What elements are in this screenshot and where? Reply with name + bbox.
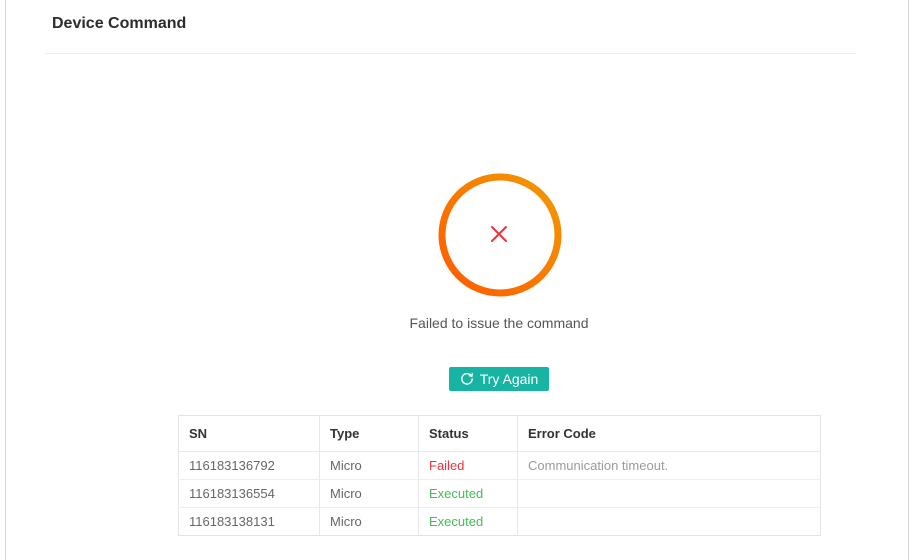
cell-status: Executed xyxy=(418,507,518,536)
result-message: Failed to issue the command xyxy=(409,315,589,331)
cell-type: Micro xyxy=(319,451,419,480)
error-x-icon xyxy=(491,226,507,242)
table-row: 116183136554 Micro Executed xyxy=(178,479,821,508)
page-title: Device Command xyxy=(52,15,187,32)
column-header-type: Type xyxy=(319,415,419,452)
cell-error-code xyxy=(517,479,821,508)
try-again-button[interactable]: Try Again xyxy=(449,367,549,391)
cell-type: Micro xyxy=(319,507,419,536)
cell-sn: 116183136554 xyxy=(178,479,320,508)
failure-status-ring xyxy=(437,172,563,298)
command-results-table: SN Type Status Error Code 116183136792 M… xyxy=(178,415,821,536)
try-again-label: Try Again xyxy=(479,371,539,387)
cell-error-code xyxy=(518,508,821,536)
table-row: 116183136792 Micro Failed Communication … xyxy=(178,451,821,480)
cell-sn: 116183138131 xyxy=(178,507,320,536)
column-header-error-code: Error Code xyxy=(517,415,821,452)
cell-error-code: Communication timeout. xyxy=(517,451,821,480)
refresh-icon xyxy=(460,372,474,386)
column-header-status: Status xyxy=(418,415,518,452)
table-header-row: SN Type Status Error Code xyxy=(178,415,821,452)
cell-sn: 116183136792 xyxy=(178,451,320,480)
cell-status: Executed xyxy=(418,479,518,508)
column-header-sn: SN xyxy=(178,415,320,452)
cell-status: Failed xyxy=(418,451,518,480)
cell-type: Micro xyxy=(319,479,419,508)
table-row: 116183138131 Micro Executed xyxy=(178,507,821,536)
title-divider xyxy=(45,53,856,54)
